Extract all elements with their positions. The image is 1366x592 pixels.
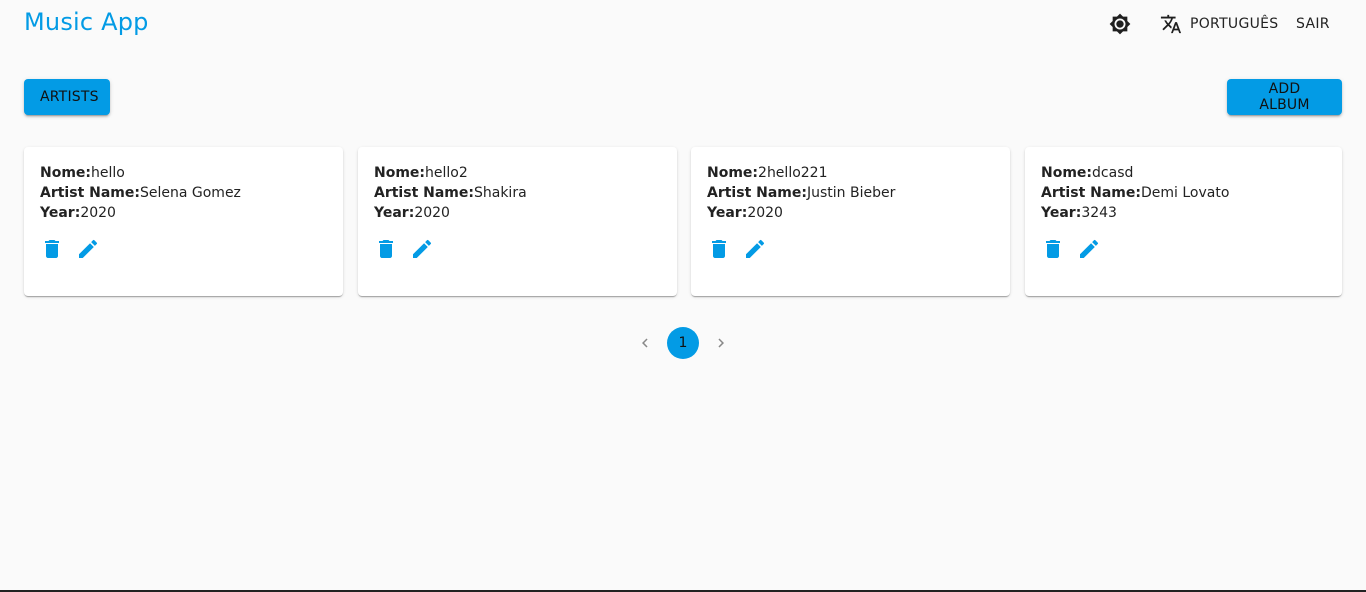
album-artist-name: Demi Lovato bbox=[1140, 185, 1230, 201]
album-year: 3243 bbox=[1081, 205, 1117, 221]
artist-name-label: Artist Name: bbox=[707, 185, 807, 201]
album-year: 2020 bbox=[80, 205, 116, 221]
language-button[interactable]: PORTUGUÊS bbox=[1154, 8, 1285, 40]
album-year: 2020 bbox=[747, 205, 783, 221]
album-card: Nome:hello Artist Name:Selena Gomez Year… bbox=[24, 147, 343, 296]
album-artist-row: Artist Name:Shakira bbox=[374, 183, 661, 203]
chevron-right-icon bbox=[718, 338, 724, 348]
edit-button[interactable] bbox=[410, 237, 434, 261]
edit-button[interactable] bbox=[76, 237, 100, 261]
language-label: PORTUGUÊS bbox=[1190, 16, 1279, 32]
album-nome: 2hello221 bbox=[758, 165, 828, 181]
delete-button[interactable] bbox=[374, 237, 398, 261]
next-page-button[interactable] bbox=[705, 327, 737, 359]
delete-button[interactable] bbox=[707, 237, 731, 261]
page-button-current[interactable]: 1 bbox=[667, 327, 699, 359]
app-root: Music App PORTUGUÊS SAIR ARTISTS ADD ALB… bbox=[0, 0, 1366, 592]
translate-icon bbox=[1160, 14, 1182, 34]
pencil-icon bbox=[413, 239, 432, 258]
previous-page-button[interactable] bbox=[629, 327, 661, 359]
chevron-left-icon bbox=[642, 338, 648, 348]
album-nome-row: Nome:dcasd bbox=[1041, 163, 1326, 183]
album-actions bbox=[1041, 237, 1326, 261]
album-artist-row: Artist Name:Justin Bieber bbox=[707, 183, 994, 203]
album-nome: dcasd bbox=[1092, 165, 1134, 181]
album-card-list: Nome:hello Artist Name:Selena Gomez Year… bbox=[24, 147, 1342, 296]
album-year-row: Year:2020 bbox=[40, 203, 327, 223]
album-artist-name: Selena Gomez bbox=[139, 185, 241, 201]
album-actions bbox=[374, 237, 661, 261]
delete-button[interactable] bbox=[40, 237, 64, 261]
album-card: Nome:2hello221 Artist Name:Justin Bieber… bbox=[691, 147, 1010, 296]
album-nome: hello2 bbox=[425, 165, 468, 181]
album-actions bbox=[707, 237, 994, 261]
album-actions bbox=[40, 237, 327, 261]
edit-button[interactable] bbox=[1077, 237, 1101, 261]
trash-icon bbox=[1046, 240, 1060, 258]
nome-label: Nome: bbox=[40, 165, 92, 181]
theme-toggle-button[interactable] bbox=[1104, 8, 1136, 40]
trash-icon bbox=[712, 240, 726, 258]
pagination: 1 bbox=[629, 327, 737, 359]
album-nome: hello bbox=[91, 165, 125, 181]
year-label: Year: bbox=[1041, 205, 1082, 221]
add-album-button[interactable]: ADD ALBUM bbox=[1227, 79, 1342, 115]
pencil-icon bbox=[79, 239, 98, 258]
album-nome-row: Nome:hello2 bbox=[374, 163, 661, 183]
album-year: 2020 bbox=[414, 205, 450, 221]
logout-button[interactable]: SAIR bbox=[1288, 8, 1338, 40]
trash-icon bbox=[379, 240, 393, 258]
trash-icon bbox=[45, 240, 59, 258]
album-card: Nome:dcasd Artist Name:Demi Lovato Year:… bbox=[1025, 147, 1342, 296]
delete-button[interactable] bbox=[1041, 237, 1065, 261]
album-artist-name: Justin Bieber bbox=[806, 185, 896, 201]
album-artist-name: Shakira bbox=[473, 185, 527, 201]
album-year-row: Year:2020 bbox=[374, 203, 661, 223]
app-header: Music App PORTUGUÊS SAIR bbox=[0, 0, 1366, 50]
artist-name-label: Artist Name: bbox=[40, 185, 140, 201]
year-label: Year: bbox=[374, 205, 415, 221]
nome-label: Nome: bbox=[707, 165, 759, 181]
nome-label: Nome: bbox=[374, 165, 426, 181]
edit-button[interactable] bbox=[743, 237, 767, 261]
artists-button[interactable]: ARTISTS bbox=[24, 79, 110, 115]
album-nome-row: Nome:hello bbox=[40, 163, 327, 183]
app-title: Music App bbox=[24, 8, 149, 36]
album-nome-row: Nome:2hello221 bbox=[707, 163, 994, 183]
nome-label: Nome: bbox=[1041, 165, 1093, 181]
artist-name-label: Artist Name: bbox=[374, 185, 474, 201]
year-label: Year: bbox=[40, 205, 81, 221]
pencil-icon bbox=[746, 239, 765, 258]
album-year-row: Year:3243 bbox=[1041, 203, 1326, 223]
year-label: Year: bbox=[707, 205, 748, 221]
album-card: Nome:hello2 Artist Name:Shakira Year:202… bbox=[358, 147, 677, 296]
album-artist-row: Artist Name:Selena Gomez bbox=[40, 183, 327, 203]
artist-name-label: Artist Name: bbox=[1041, 185, 1141, 201]
album-artist-row: Artist Name:Demi Lovato bbox=[1041, 183, 1326, 203]
album-year-row: Year:2020 bbox=[707, 203, 994, 223]
brightness-icon bbox=[1109, 13, 1131, 35]
pencil-icon bbox=[1080, 239, 1099, 258]
